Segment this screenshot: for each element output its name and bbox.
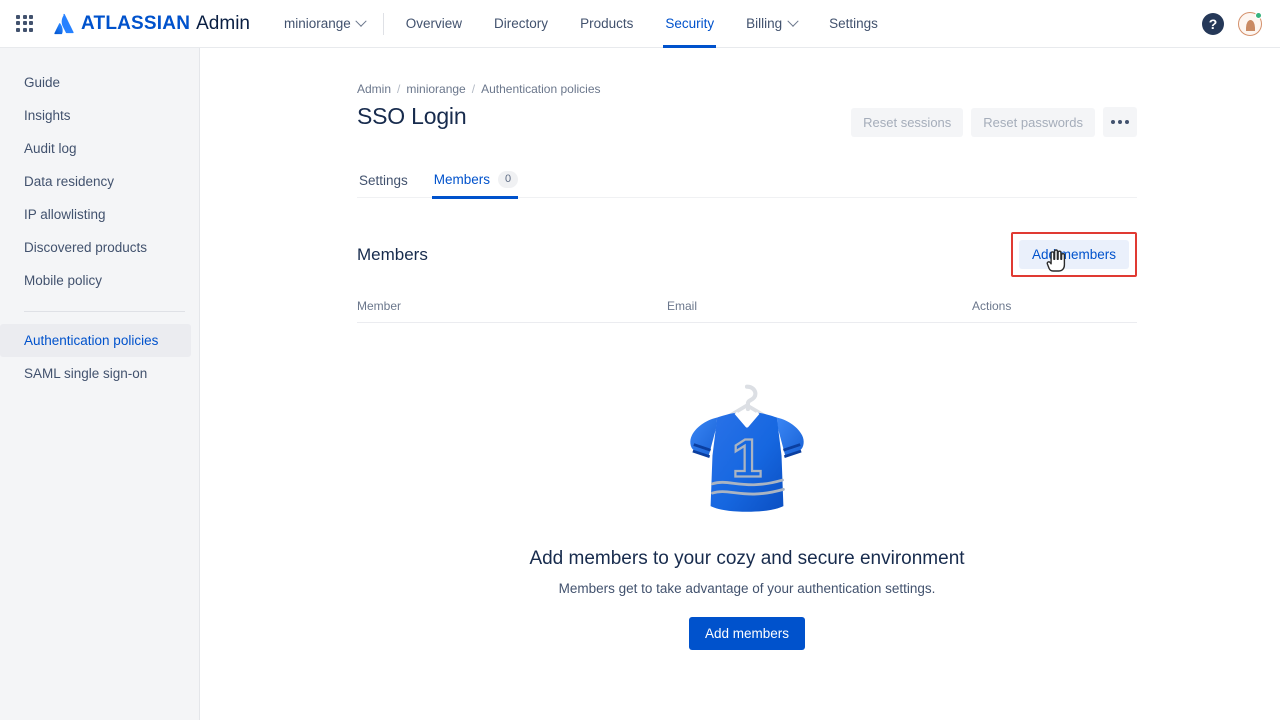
user-avatar-icon[interactable] <box>1238 11 1262 36</box>
breadcrumb-item-admin[interactable]: Admin <box>357 82 391 96</box>
avatar-silhouette <box>1245 19 1255 31</box>
tab-settings[interactable]: Settings <box>357 167 418 197</box>
atlassian-logo-icon <box>54 13 74 34</box>
chevron-down-icon <box>787 15 799 27</box>
table-column-member: Member <box>357 299 402 313</box>
sidebar-item-label: Data residency <box>24 174 115 189</box>
org-switcher[interactable]: miniorange <box>283 15 367 31</box>
nav-link-settings[interactable]: Settings <box>813 0 894 48</box>
breadcrumb-separator: / <box>471 82 476 96</box>
nav-link-label: Directory <box>494 16 549 31</box>
tab-bar: Settings Members 0 <box>357 165 1137 199</box>
empty-state: 1 Add members to your cozy and secure en… <box>357 323 1137 650</box>
sidebar-item-label: Guide <box>24 75 61 90</box>
nav-link-security[interactable]: Security <box>649 0 730 48</box>
sidebar-item-label: Insights <box>24 108 71 123</box>
help-glyph: ? <box>1208 15 1218 32</box>
sidebar-item-label: Mobile policy <box>24 273 103 288</box>
sidebar-item-guide[interactable]: Guide <box>0 66 191 99</box>
main-content-area: Admin / miniorange / Authentication poli… <box>200 48 1280 720</box>
more-horizontal-icon[interactable] <box>1103 107 1137 137</box>
nav-link-label: Security <box>665 16 715 31</box>
brand-product: Admin <box>196 12 250 34</box>
brand-home-link[interactable]: ATLASSIAN Admin <box>53 13 250 35</box>
chevron-down-icon <box>355 15 367 27</box>
add-members-button-top[interactable]: Add members <box>1018 240 1129 269</box>
nav-link-overview[interactable]: Overview <box>390 0 478 48</box>
sidebar-divider <box>24 311 185 312</box>
sidebar-item-discovered-products[interactable]: Discovered products <box>0 231 191 264</box>
nav-link-billing[interactable]: Billing <box>730 0 813 48</box>
breadcrumb-separator: / <box>397 82 401 96</box>
table-column-actions: Actions <box>972 299 1012 313</box>
nav-link-label: Settings <box>829 16 878 31</box>
page-header-actions: Reset sessions Reset passwords <box>851 103 1137 137</box>
tab-label: Settings <box>359 173 408 188</box>
members-count-badge: 0 <box>498 171 519 188</box>
grid-apps-icon[interactable] <box>13 12 37 36</box>
primary-nav-links: Overview Directory Products Security Bil… <box>390 0 894 48</box>
members-section-header: Members Add members <box>357 232 1137 277</box>
sidebar-item-insights[interactable]: Insights <box>0 99 191 132</box>
page-title: SSO Login <box>357 103 467 129</box>
top-navigation-bar: ATLASSIAN Admin miniorange Overview Dire… <box>0 0 1280 48</box>
tab-label: Members <box>433 172 491 187</box>
sidebar-item-label: IP allowlisting <box>24 207 106 222</box>
empty-state-subtitle: Members get to take advantage of your au… <box>558 581 936 596</box>
brand-name: ATLASSIAN <box>81 12 191 34</box>
left-sidebar: Guide Insights Audit log Data residency … <box>0 48 200 720</box>
tab-members[interactable]: Members 0 <box>431 165 528 199</box>
sidebar-item-label: Authentication policies <box>24 333 159 348</box>
breadcrumb: Admin / miniorange / Authentication poli… <box>357 82 1280 96</box>
jersey-on-hanger-icon: 1 <box>690 384 804 512</box>
nav-link-label: Overview <box>405 16 463 31</box>
nav-link-label: Billing <box>746 16 783 31</box>
nav-right-actions: ? <box>1202 11 1262 36</box>
table-column-email: Email <box>667 299 698 313</box>
nav-link-label: Products <box>580 16 634 31</box>
members-table: Member Email Actions <box>357 299 1137 323</box>
reset-passwords-button[interactable]: Reset passwords <box>971 107 1095 137</box>
sidebar-item-label: SAML single sign-on <box>24 366 148 381</box>
table-header-row: Member Email Actions <box>357 299 1137 323</box>
nav-link-directory[interactable]: Directory <box>478 0 564 48</box>
sidebar-item-saml-single-sign-on[interactable]: SAML single sign-on <box>0 357 191 390</box>
sidebar-item-ip-allowlisting[interactable]: IP allowlisting <box>0 198 191 231</box>
empty-state-title: Add members to your cozy and secure envi… <box>529 548 965 569</box>
help-question-icon[interactable]: ? <box>1202 12 1224 35</box>
sidebar-item-label: Discovered products <box>24 240 148 255</box>
sidebar-item-authentication-policies[interactable]: Authentication policies <box>0 324 191 357</box>
jersey-number: 1 <box>732 428 762 488</box>
nav-link-products[interactable]: Products <box>564 0 649 48</box>
breadcrumb-item-miniorange[interactable]: miniorange <box>406 82 465 96</box>
reset-sessions-button[interactable]: Reset sessions <box>851 107 964 137</box>
org-name: miniorange <box>283 16 351 31</box>
breadcrumb-item-authentication-policies[interactable]: Authentication policies <box>481 82 600 96</box>
sidebar-item-label: Audit log <box>24 141 77 156</box>
section-title: Members <box>357 244 428 264</box>
add-members-highlight-annotation: Add members <box>1010 232 1137 277</box>
avatar-status-dot <box>1255 11 1262 19</box>
sidebar-item-mobile-policy[interactable]: Mobile policy <box>0 264 191 297</box>
nav-divider <box>382 12 384 35</box>
add-members-button-primary[interactable]: Add members <box>688 617 806 650</box>
page-header-row: SSO Login Reset sessions Reset passwords <box>357 103 1137 137</box>
sidebar-item-data-residency[interactable]: Data residency <box>0 165 191 198</box>
sidebar-item-audit-log[interactable]: Audit log <box>0 132 191 165</box>
